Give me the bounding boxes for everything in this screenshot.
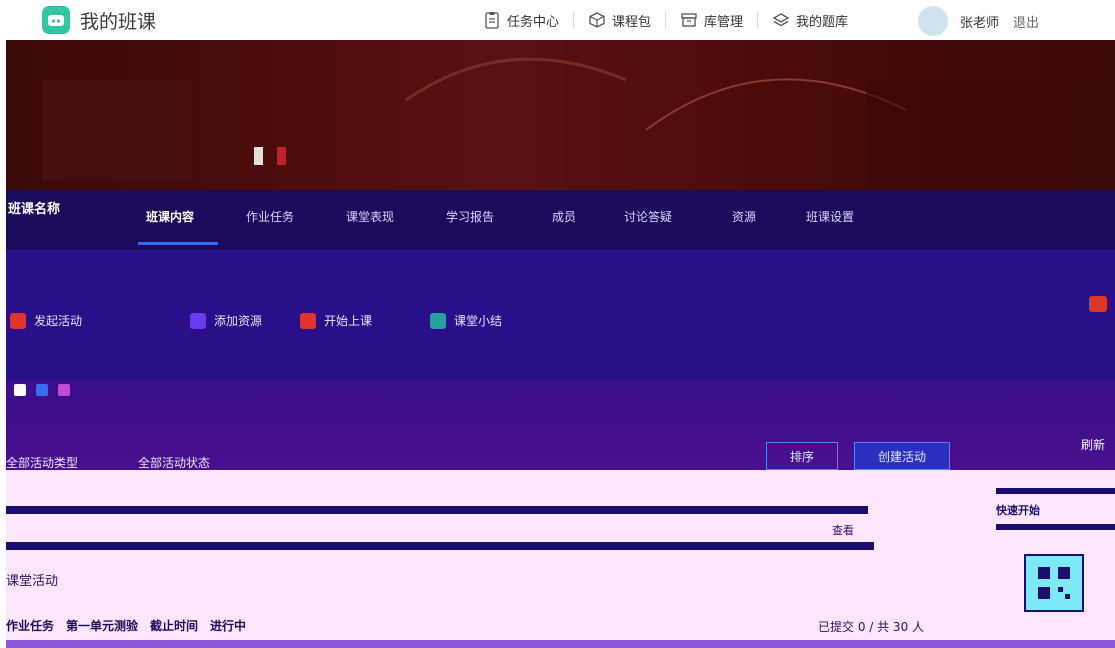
- top-header: 我的班课 任务中心 课程包 库管理 我的题库 张老师 退出: [0, 0, 1115, 40]
- nav-label: 库管理: [704, 14, 744, 30]
- list-divider: [6, 506, 868, 514]
- logout-link[interactable]: 退出: [1013, 12, 1039, 31]
- clipboard-icon: [485, 12, 499, 29]
- panel-title: 快速开始: [996, 504, 1040, 517]
- tab-discussion[interactable]: 讨论答疑: [624, 208, 672, 225]
- task-deadline: 截止时间: [150, 618, 199, 633]
- nav-course-package[interactable]: 课程包: [588, 11, 651, 30]
- filter-bar: 全部活动类型 全部活动状态 排序 创建活动 刷新: [6, 380, 1115, 470]
- shortcut-label: 发起活动: [34, 314, 83, 328]
- view-toggle: [14, 384, 80, 396]
- avatar[interactable]: [918, 6, 948, 36]
- shortcut-label: 添加资源: [214, 314, 263, 328]
- nav-library[interactable]: 库管理: [680, 11, 743, 30]
- panel-divider: [996, 524, 1115, 530]
- list-divider: [6, 542, 874, 550]
- decor-bar: [277, 147, 286, 165]
- grid-view-icon[interactable]: [14, 384, 26, 396]
- list-footer: [6, 640, 1115, 648]
- filter-icon[interactable]: [58, 384, 70, 396]
- list-item[interactable]: 作业任务 第一单元测验 截止时间 进行中: [6, 614, 426, 636]
- summary-icon: [430, 312, 446, 329]
- nav-label: 课程包: [612, 14, 652, 30]
- brand[interactable]: 我的班课: [42, 6, 156, 34]
- tab-members[interactable]: 成员: [552, 208, 576, 225]
- nav-divider: [665, 12, 667, 28]
- activity-icon: [10, 312, 26, 329]
- shortcut-start-activity[interactable]: 发起活动: [10, 312, 82, 329]
- shortcut-bar: 发起活动 添加资源 开始上课 课堂小结: [6, 250, 1115, 380]
- resource-icon: [190, 312, 206, 329]
- panel-divider: [996, 488, 1115, 494]
- refresh-link[interactable]: 刷新: [1081, 436, 1105, 453]
- app-title: 我的班课: [80, 10, 157, 33]
- page-root: 我的班课 任务中心 课程包 库管理 我的题库 张老师 退出 班课名称 班课内容 …: [0, 0, 1115, 648]
- status-badge: 进行中: [210, 618, 247, 633]
- shortcut-start-class[interactable]: 开始上课: [300, 312, 372, 329]
- create-activity-button[interactable]: 创建活动: [854, 442, 950, 470]
- shortcut-add-resource[interactable]: 添加资源: [190, 312, 262, 329]
- tab-report[interactable]: 学习报告: [446, 208, 494, 225]
- class-icon: [300, 312, 316, 329]
- shortcut-label: 开始上课: [324, 314, 373, 328]
- class-name: 班课名称: [8, 202, 61, 217]
- banner-artwork-icon: [42, 57, 1115, 190]
- banner-decor: [254, 147, 300, 165]
- tab-homework[interactable]: 作业任务: [246, 208, 294, 225]
- nav-divider: [757, 12, 759, 28]
- nav-label: 任务中心: [507, 14, 560, 30]
- qr-code-icon[interactable]: [1024, 554, 1084, 612]
- tab-settings[interactable]: 班课设置: [806, 208, 854, 225]
- username[interactable]: 张老师: [960, 12, 999, 31]
- qr-glyph-icon: [1038, 567, 1070, 599]
- submission-count: 已提交 0 / 共 30 人: [818, 620, 925, 634]
- shortcut-label: 课堂小结: [454, 314, 503, 328]
- tab-performance[interactable]: 课堂表现: [346, 208, 394, 225]
- list-view-icon[interactable]: [36, 384, 48, 396]
- nav-label: 我的题库: [796, 14, 849, 30]
- nav-question-bank[interactable]: 我的题库: [772, 11, 848, 30]
- task-title: 第一单元测验: [66, 618, 139, 633]
- package-icon: [589, 12, 605, 28]
- layers-icon: [772, 13, 790, 27]
- class-tabs: 班课名称 班课内容 作业任务 课堂表现 学习报告 成员 讨论答疑 资源 班课设置: [6, 190, 1115, 250]
- activity-list: 查看 课堂活动 作业任务 第一单元测验 截止时间 进行中 已提交 0 / 共 3…: [6, 470, 1115, 648]
- sort-button[interactable]: 排序: [766, 442, 838, 470]
- view-link[interactable]: 查看: [832, 522, 854, 538]
- shortcut-summary[interactable]: 课堂小结: [430, 312, 502, 329]
- activity-type-select[interactable]: 全部活动类型: [6, 454, 78, 471]
- nav-task-center[interactable]: 任务中心: [483, 11, 559, 30]
- quick-panel: 快速开始: [996, 488, 1115, 648]
- class-banner: [6, 40, 1115, 190]
- archive-icon: [681, 13, 697, 27]
- tab-content[interactable]: 班课内容: [146, 208, 194, 225]
- user-menu[interactable]: 张老师 退出: [918, 6, 1039, 36]
- task-type: 作业任务: [6, 618, 55, 633]
- activity-status-select[interactable]: 全部活动状态: [138, 454, 210, 471]
- folder-icon[interactable]: [1089, 296, 1107, 312]
- nav-divider: [573, 12, 575, 28]
- active-tab-indicator: [138, 242, 218, 245]
- tab-resources[interactable]: 资源: [732, 208, 756, 225]
- app-logo-icon: [42, 6, 70, 34]
- top-nav: 任务中心 课程包 库管理 我的题库: [483, 0, 848, 40]
- decor-bar: [254, 147, 263, 165]
- section-title: 课堂活动: [6, 574, 59, 589]
